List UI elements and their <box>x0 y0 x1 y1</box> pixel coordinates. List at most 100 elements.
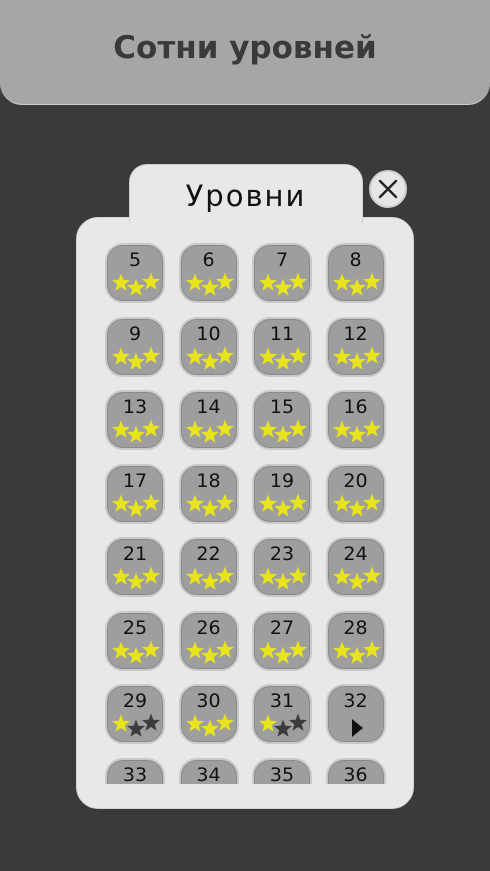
star-rating <box>185 640 234 664</box>
level-button-16[interactable]: 16 <box>325 390 386 450</box>
star-rating <box>332 272 381 296</box>
level-number: 36 <box>343 763 368 785</box>
star-earned-icon <box>332 420 351 438</box>
level-button-21[interactable]: 21 <box>105 537 165 597</box>
star-rating <box>111 566 161 590</box>
level-button-31[interactable]: 31 <box>252 684 312 744</box>
star-earned-icon <box>215 419 234 437</box>
level-button-17[interactable]: 17 <box>105 463 165 524</box>
level-button-15[interactable]: 15 <box>252 390 312 450</box>
star-earned-icon <box>111 273 131 291</box>
level-button-23[interactable]: 23 <box>252 537 312 597</box>
star-rating <box>185 272 234 296</box>
level-button-28[interactable]: 28 <box>325 610 386 671</box>
banner-title: Сотни уровней <box>113 30 377 66</box>
star-earned-icon <box>200 425 219 443</box>
star-earned-icon <box>126 278 146 296</box>
star-earned-icon <box>126 572 146 590</box>
star-earned-icon <box>362 640 381 658</box>
level-button-34[interactable]: 34 <box>178 757 239 784</box>
star-earned-icon <box>111 494 131 512</box>
star-earned-icon <box>126 425 146 443</box>
star-empty-icon <box>141 713 161 731</box>
star-earned-icon <box>185 567 204 585</box>
star-earned-icon <box>200 719 219 737</box>
star-earned-icon <box>332 347 351 365</box>
level-button-11[interactable]: 11 <box>252 316 312 377</box>
star-earned-icon <box>215 566 234 584</box>
star-earned-icon <box>111 567 131 585</box>
level-button-9[interactable]: 9 <box>105 316 165 377</box>
star-rating <box>185 493 234 517</box>
level-button-10[interactable]: 10 <box>178 316 239 377</box>
star-empty-icon <box>288 713 308 731</box>
star-earned-icon <box>347 499 366 517</box>
star-earned-icon <box>215 640 234 658</box>
level-button-18[interactable]: 18 <box>178 463 239 524</box>
star-earned-icon <box>258 567 278 585</box>
star-rating <box>258 272 308 296</box>
star-earned-icon <box>273 278 293 296</box>
star-rating <box>111 419 161 443</box>
star-earned-icon <box>200 499 219 517</box>
star-earned-icon <box>185 273 204 291</box>
level-button-12[interactable]: 12 <box>325 316 386 377</box>
star-earned-icon <box>141 346 161 364</box>
star-empty-icon <box>273 719 293 737</box>
star-earned-icon <box>258 420 278 438</box>
level-button-20[interactable]: 20 <box>325 463 386 524</box>
star-rating <box>185 419 234 443</box>
star-earned-icon <box>273 425 293 443</box>
level-button-14[interactable]: 14 <box>178 390 239 450</box>
level-button-24[interactable]: 24 <box>325 537 386 597</box>
star-earned-icon <box>288 493 308 511</box>
level-button-26[interactable]: 26 <box>178 610 239 671</box>
star-earned-icon <box>111 714 131 732</box>
star-earned-icon <box>111 420 131 438</box>
star-rating <box>332 346 381 370</box>
close-button[interactable] <box>369 170 407 208</box>
star-earned-icon <box>141 272 161 290</box>
star-earned-icon <box>185 714 204 732</box>
star-earned-icon <box>200 352 219 370</box>
close-icon <box>378 179 398 199</box>
level-button-6[interactable]: 6 <box>178 243 239 303</box>
star-earned-icon <box>332 567 351 585</box>
star-rating <box>258 640 308 664</box>
level-button-5[interactable]: 5 <box>105 243 165 303</box>
star-earned-icon <box>215 346 234 364</box>
level-button-25[interactable]: 25 <box>105 610 165 671</box>
level-button-36[interactable]: 36 <box>325 757 386 785</box>
star-rating <box>332 493 381 517</box>
level-button-22[interactable]: 22 <box>178 537 239 597</box>
star-rating <box>185 566 234 590</box>
level-button-27[interactable]: 27 <box>252 610 312 671</box>
star-rating <box>332 419 381 443</box>
star-earned-icon <box>347 425 366 443</box>
top-banner: Сотни уровней <box>0 0 490 105</box>
star-earned-icon <box>258 641 278 659</box>
star-earned-icon <box>288 566 308 584</box>
level-button-33[interactable]: 33 <box>105 757 165 785</box>
level-button-29[interactable]: 29 <box>105 684 165 744</box>
star-earned-icon <box>273 499 293 517</box>
level-button-30[interactable]: 30 <box>178 684 239 744</box>
star-earned-icon <box>111 641 131 659</box>
star-rating <box>258 346 308 370</box>
level-number: 32 <box>343 690 368 712</box>
level-number: 33 <box>122 763 148 785</box>
star-earned-icon <box>362 346 381 364</box>
level-button-19[interactable]: 19 <box>252 463 312 524</box>
star-earned-icon <box>332 273 351 291</box>
level-button-13[interactable]: 13 <box>105 390 165 450</box>
level-button-8[interactable]: 8 <box>325 243 386 303</box>
star-rating <box>111 493 161 517</box>
star-earned-icon <box>258 273 278 291</box>
level-grid[interactable]: 5 6 7 8 9 10 11 12 13 14 15 16 17 18 19 20 21 22 23 24 25 26 2… <box>105 243 387 784</box>
star-earned-icon <box>185 420 204 438</box>
level-button-7[interactable]: 7 <box>252 243 312 303</box>
level-button-35[interactable]: 35 <box>252 757 312 785</box>
level-button-32[interactable]: 32 <box>325 684 386 744</box>
star-rating <box>185 346 234 370</box>
level-number: 35 <box>269 763 295 785</box>
